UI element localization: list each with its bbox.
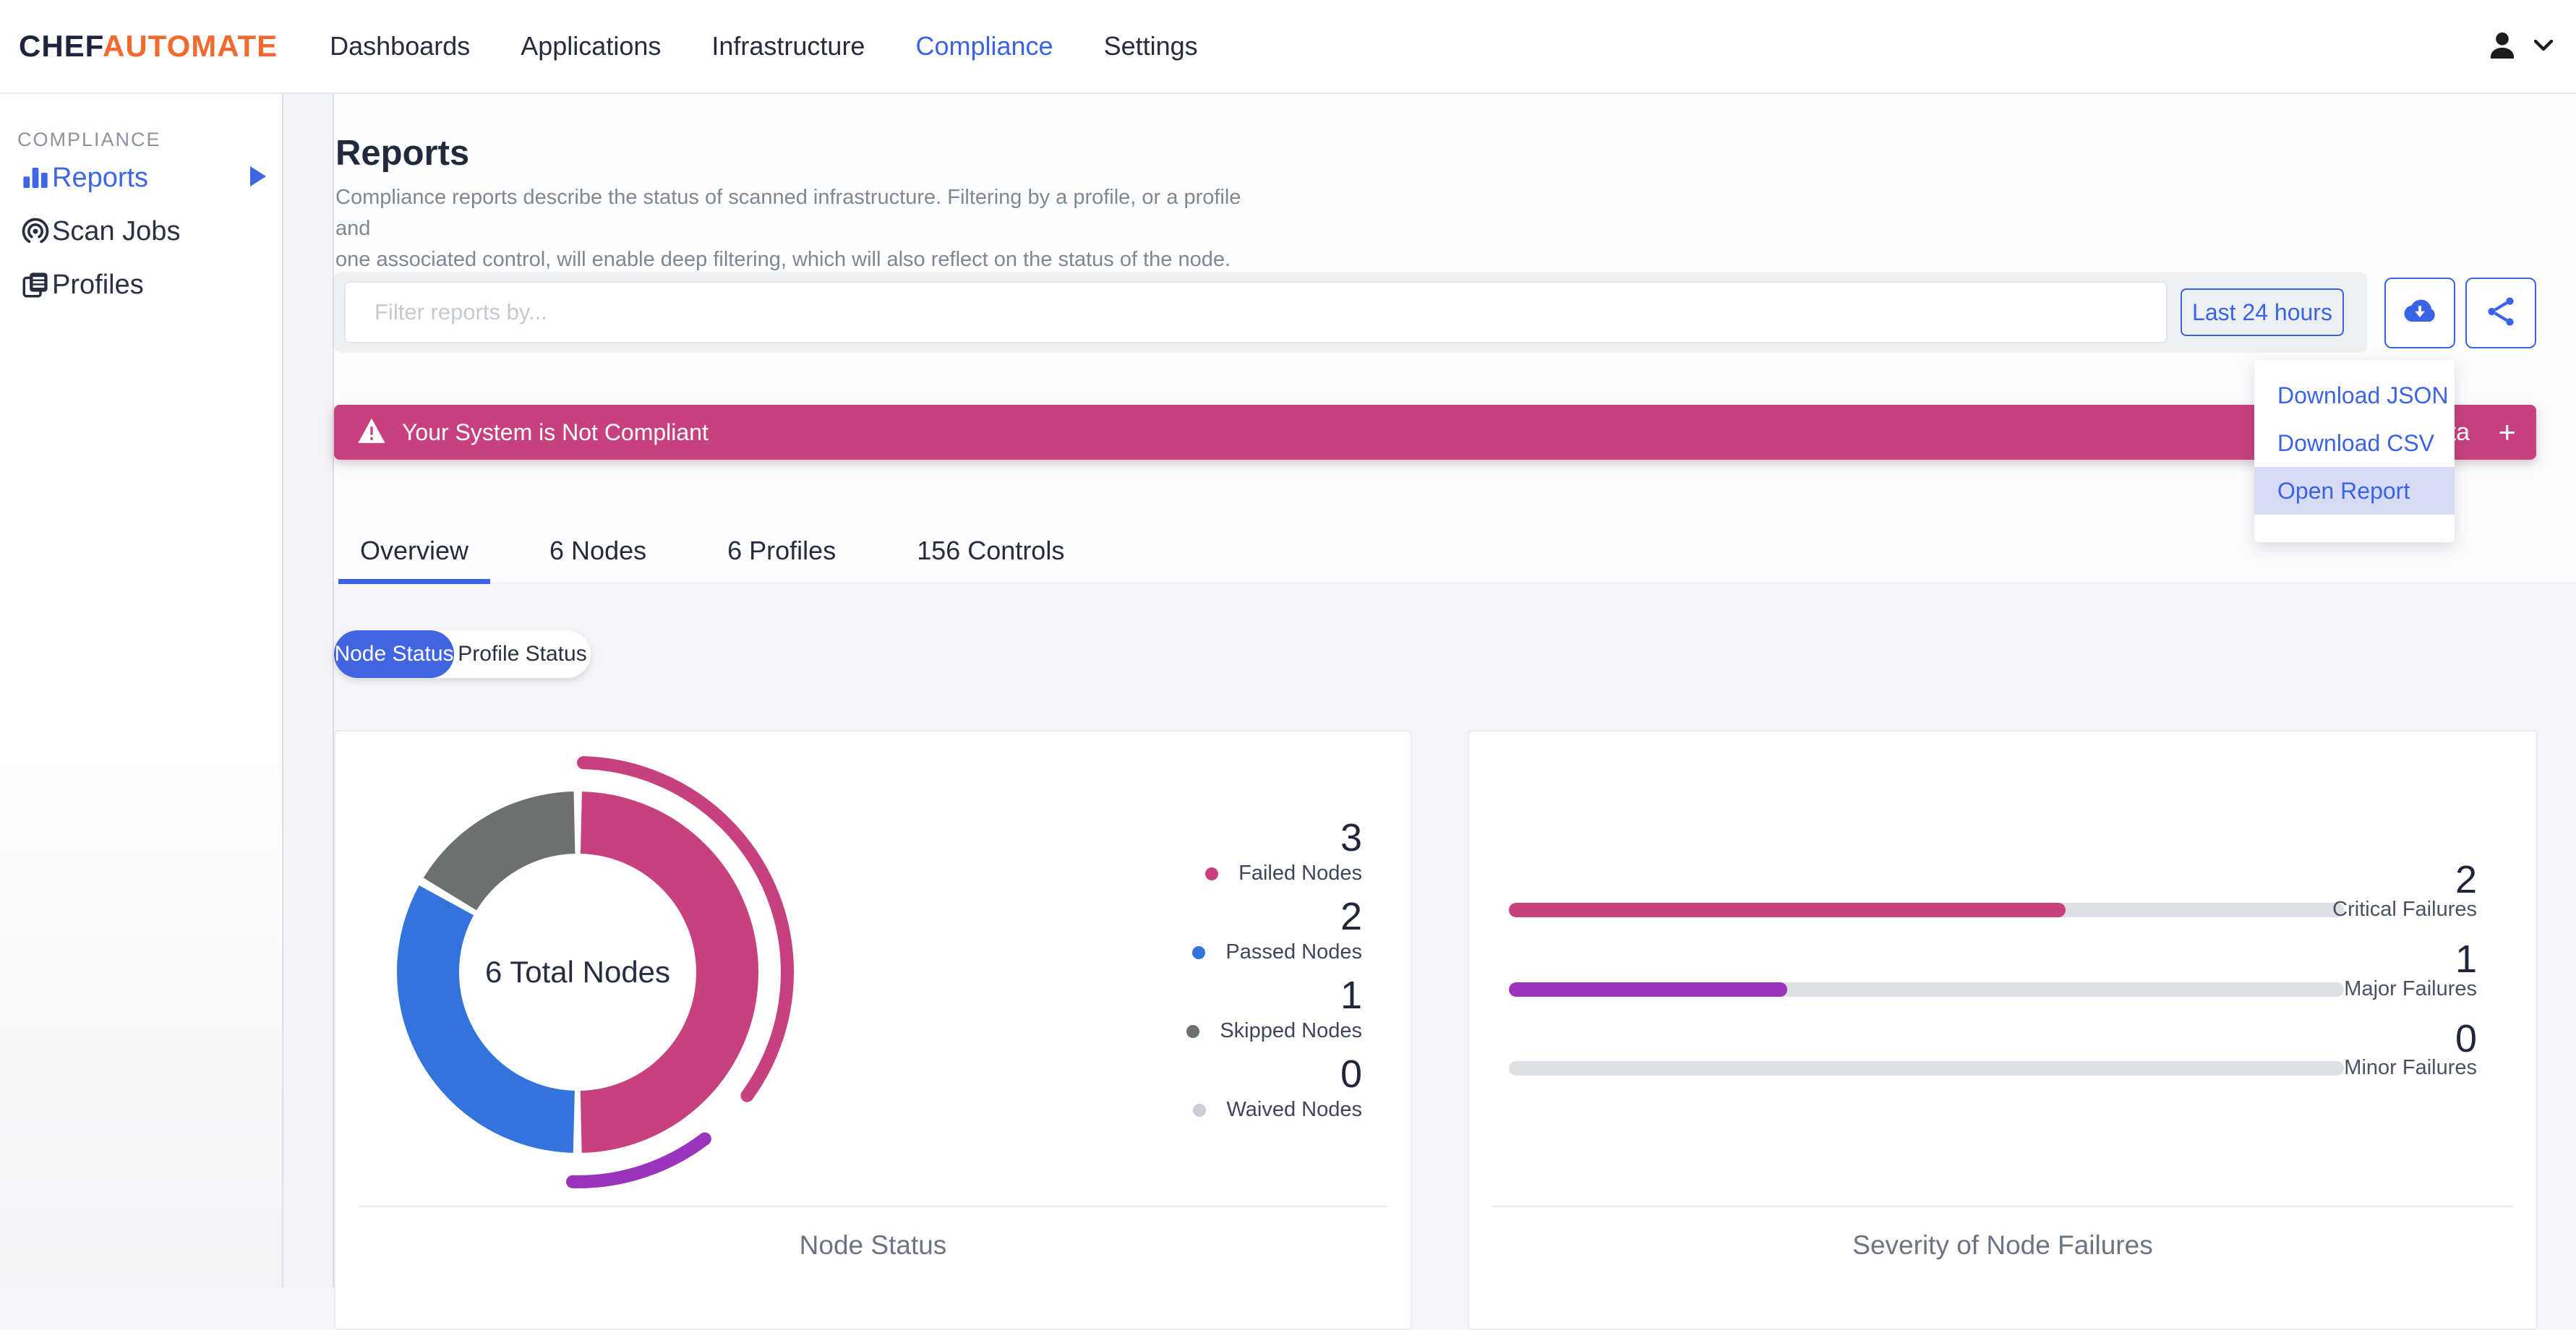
page-title: Reports	[335, 134, 470, 173]
cloud-download-icon	[2401, 296, 2439, 330]
legend-label: Skipped Nodes	[1220, 1019, 1362, 1042]
bar-chart-icon	[19, 161, 52, 194]
profiles-documents-icon	[19, 268, 52, 301]
report-tabs: Overview 6 Nodes 6 Profiles 156 Controls	[338, 522, 1086, 584]
page-description-line2: one associated control, will enable deep…	[335, 248, 1231, 271]
card-divider	[359, 1206, 1387, 1207]
time-range-button[interactable]: Last 24 hours	[2181, 288, 2344, 336]
failed-count: 3	[1340, 816, 1362, 859]
tab-controls[interactable]: 156 Controls	[895, 522, 1086, 580]
status-toggle: Node Status Profile Status	[334, 630, 591, 678]
tab-nodes[interactable]: 6 Nodes	[528, 522, 668, 580]
passed-dot-icon	[1192, 945, 1206, 959]
bar-label: Minor Failures	[2344, 1056, 2477, 1079]
toggle-node-status[interactable]: Node Status	[334, 630, 454, 678]
legend-failed-nodes[interactable]: 3 Failed Nodes	[1058, 817, 1362, 885]
node-status-card: 6 Total Nodes 3 Failed Nodes 2 Passed No…	[334, 730, 1412, 1330]
nav-item-compliance[interactable]: Compliance	[915, 31, 1053, 61]
warning-triangle-icon	[357, 418, 386, 447]
plus-icon[interactable]: +	[2498, 415, 2516, 450]
bar-label: Critical Failures	[2332, 898, 2477, 921]
not-compliant-banner: Your System is Not Compliant ta +	[334, 405, 2536, 460]
content-scrollbar[interactable]	[282, 94, 334, 1287]
banner-message: Your System is Not Compliant	[402, 419, 709, 445]
caret-right-icon	[250, 166, 266, 190]
nav-item-dashboards[interactable]: Dashboards	[330, 31, 470, 61]
tab-profiles[interactable]: 6 Profiles	[706, 522, 857, 580]
sidebar-item-label: Profiles	[52, 269, 144, 300]
scan-radar-icon	[19, 215, 52, 248]
legend-passed-nodes[interactable]: 2 Passed Nodes	[1058, 896, 1362, 964]
node-status-caption: Node Status	[799, 1230, 947, 1260]
legend-label: Waived Nodes	[1226, 1098, 1362, 1121]
logo-chef: CHEF	[19, 29, 103, 63]
compliance-sidebar: COMPLIANCE Reports Scan Jobs Profiles	[0, 94, 282, 1287]
legend-label: Passed Nodes	[1225, 940, 1362, 964]
tab-overview[interactable]: Overview	[338, 522, 491, 584]
skipped-dot-icon	[1186, 1024, 1200, 1038]
severity-card: 2 Critical Failures 1 Major Failures 0 M…	[1468, 730, 2538, 1330]
major-count: 1	[2455, 938, 2477, 981]
legend-skipped-nodes[interactable]: 1 Skipped Nodes	[1058, 974, 1362, 1043]
share-icon	[2484, 295, 2517, 332]
logo-automate: AUTOMATE	[103, 29, 278, 63]
sidebar-item-label: Reports	[52, 162, 149, 193]
skipped-count: 1	[1340, 974, 1362, 1017]
filter-reports-input[interactable]	[344, 281, 2168, 343]
critical-count: 2	[2455, 858, 2477, 901]
legend-waived-nodes[interactable]: 0 Waived Nodes	[1058, 1053, 1362, 1122]
menu-item-download-json[interactable]: Download JSON	[2254, 372, 2455, 419]
sidebar-item-label: Scan Jobs	[52, 215, 181, 246]
share-report-button[interactable]	[2465, 278, 2536, 348]
menu-item-download-csv[interactable]: Download CSV	[2254, 419, 2455, 467]
sidebar-item-profiles[interactable]: Profiles	[0, 257, 282, 312]
chef-automate-logo[interactable]: CHEFAUTOMATE	[19, 29, 278, 64]
user-menu[interactable]	[2485, 0, 2554, 94]
toggle-profile-status[interactable]: Profile Status	[454, 630, 591, 678]
filter-bar: Last 24 hours	[334, 272, 2367, 353]
user-avatar-icon[interactable]	[2485, 28, 2520, 66]
page-description: Compliance reports describe the status o…	[335, 182, 1246, 275]
chevron-down-icon[interactable]	[2533, 39, 2554, 55]
failed-dot-icon	[1205, 867, 1219, 880]
minor-count: 0	[2455, 1017, 2477, 1060]
top-navigation: CHEFAUTOMATE Dashboards Applications Inf…	[0, 0, 2576, 94]
legend-label: Failed Nodes	[1238, 862, 1362, 885]
nav-item-applications[interactable]: Applications	[521, 31, 661, 61]
nav-item-infrastructure[interactable]: Infrastructure	[711, 31, 865, 61]
severity-caption: Severity of Node Failures	[1852, 1230, 2153, 1260]
waived-count: 0	[1340, 1052, 1362, 1096]
page-description-line1: Compliance reports describe the status o…	[335, 186, 1241, 240]
sidebar-section-label: COMPLIANCE	[17, 129, 161, 150]
sidebar-item-scan-jobs[interactable]: Scan Jobs	[0, 204, 282, 259]
download-report-button[interactable]	[2384, 278, 2455, 348]
waived-dot-icon	[1193, 1103, 1207, 1117]
passed-count: 2	[1340, 895, 1362, 938]
bar-label: Major Failures	[2344, 977, 2477, 1000]
card-divider	[1492, 1206, 2513, 1207]
reports-main-panel: Reports Compliance reports describe the …	[334, 94, 2576, 1330]
nav-item-settings[interactable]: Settings	[1104, 31, 1198, 61]
sidebar-item-reports[interactable]: Reports	[0, 150, 282, 205]
nav-menu: Dashboards Applications Infrastructure C…	[330, 31, 1198, 61]
menu-item-open-report[interactable]: Open Report	[2254, 467, 2455, 515]
download-dropdown-menu: Download JSON Download CSV Open Report	[2254, 360, 2455, 542]
node-status-donut-chart[interactable]: 6 Total Nodes	[357, 752, 798, 1193]
